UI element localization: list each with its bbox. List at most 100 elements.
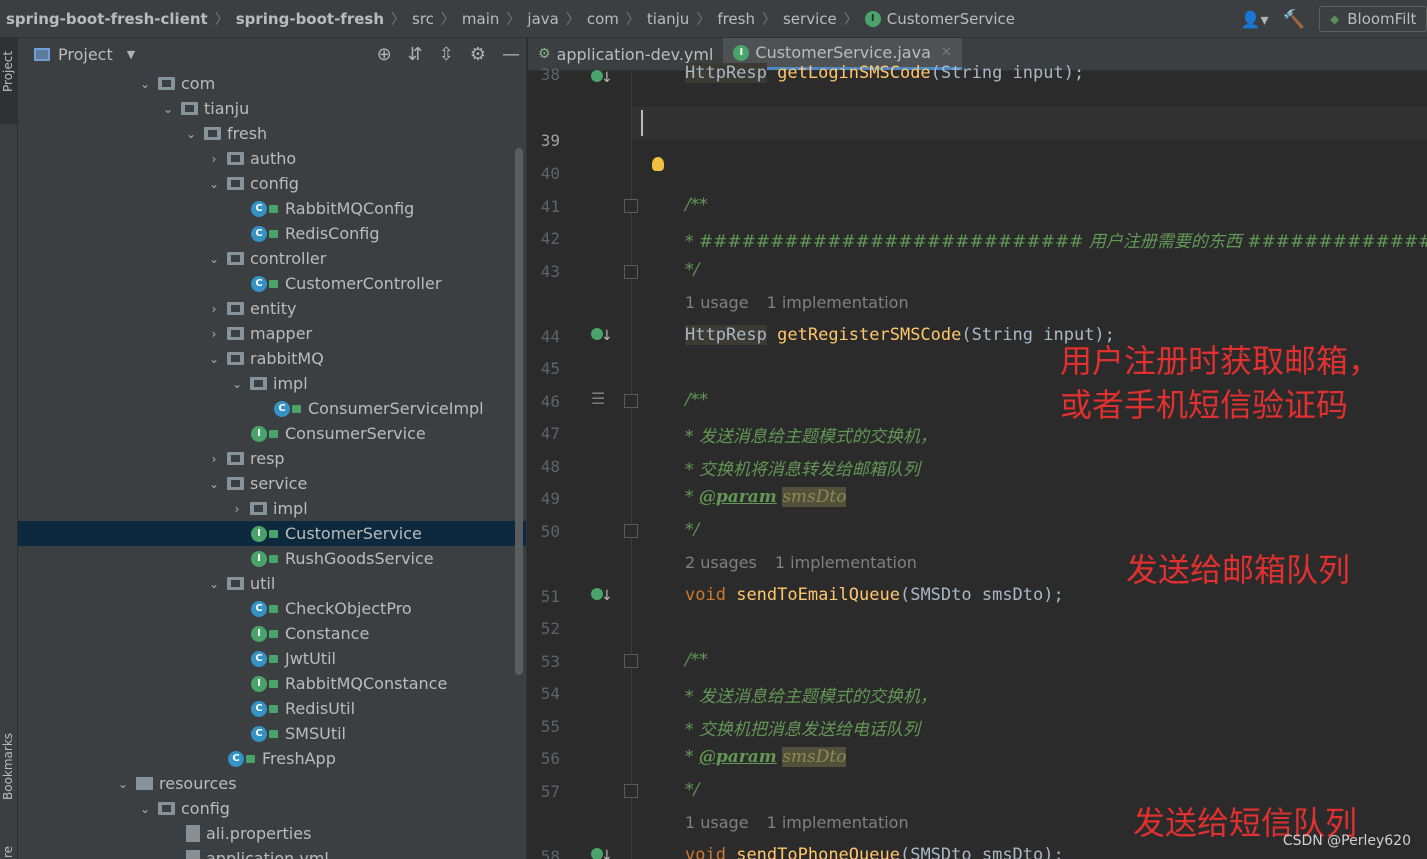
implemented-gutter-icon[interactable]: ↓ <box>591 67 613 87</box>
tree-class[interactable]: C RabbitMQConfig <box>18 196 526 221</box>
tree-class[interactable]: C RedisConfig <box>18 221 526 246</box>
tree-folder[interactable]: › entity <box>18 296 526 321</box>
chevron-down-icon[interactable]: ⌄ <box>207 577 221 591</box>
tree-interface-selected[interactable]: I CustomerService <box>18 521 526 546</box>
usage-hint[interactable]: 2 usages <box>685 553 757 572</box>
chevron-down-icon[interactable]: ▼ <box>127 48 135 61</box>
chevron-right-icon[interactable]: › <box>207 452 221 466</box>
build-hammer-icon[interactable]: 🔨 <box>1283 9 1305 30</box>
breadcrumb-item[interactable]: service <box>783 10 837 28</box>
tree-class[interactable]: C CheckObjectPro <box>18 596 526 621</box>
tree-interface[interactable]: I Constance <box>18 621 526 646</box>
tree-folder[interactable]: ⌄ rabbitMQ <box>18 346 526 371</box>
code-line-50: */ <box>685 520 700 540</box>
tree-folder[interactable]: ⌄ util <box>18 571 526 596</box>
locate-file-icon[interactable]: ⊕ <box>377 44 392 65</box>
package-folder-icon <box>227 252 244 265</box>
implemented-gutter-icon[interactable]: ↓ <box>591 845 613 859</box>
tree-interface[interactable]: I ConsumerService <box>18 421 526 446</box>
tree-interface[interactable]: I RushGoodsService <box>18 546 526 571</box>
usage-hint[interactable]: 1 usage <box>685 293 749 312</box>
tree-folder[interactable]: › resp <box>18 446 526 471</box>
chevron-down-icon[interactable]: ⌄ <box>207 177 221 191</box>
tree-file[interactable]: application.yml <box>18 846 526 859</box>
chevron-down-icon[interactable]: ⌄ <box>230 377 244 391</box>
tree-folder[interactable]: ⌄ service <box>18 471 526 496</box>
tree-folder[interactable]: ⌄ controller <box>18 246 526 271</box>
implemented-gutter-icon[interactable]: ↓ <box>591 585 613 605</box>
chevron-right-icon[interactable]: › <box>230 502 244 516</box>
project-scrollbar[interactable] <box>515 148 523 675</box>
fold-marker-icon[interactable] <box>624 265 638 279</box>
fold-marker-icon[interactable] <box>624 654 638 668</box>
fold-marker-icon[interactable] <box>624 524 638 538</box>
breadcrumb-item[interactable]: tianju <box>647 10 689 28</box>
fold-marker-icon[interactable] <box>624 394 638 408</box>
chevron-right-icon[interactable]: › <box>207 152 221 166</box>
structure-tool-label[interactable]: re <box>1 846 15 858</box>
inlay-hint[interactable]: 1 usage 1 implementation <box>685 813 927 832</box>
breadcrumb-item[interactable]: main <box>462 10 499 28</box>
fold-marker-icon[interactable] <box>624 199 638 213</box>
breadcrumb-item[interactable]: java <box>527 10 558 28</box>
tree-app-class[interactable]: C FreshApp <box>18 746 526 771</box>
implementation-hint[interactable]: 1 implementation <box>775 553 917 572</box>
user-account-icon[interactable]: 👤▾ <box>1241 10 1269 29</box>
inlay-hint[interactable]: 2 usages 1 implementation <box>685 553 935 572</box>
collapse-all-icon[interactable]: ⇳ <box>439 44 454 65</box>
tree-class[interactable]: C SMSUtil <box>18 721 526 746</box>
tree-folder[interactable]: ⌄ impl <box>18 371 526 396</box>
chevron-right-icon[interactable]: › <box>207 327 221 341</box>
tree-folder[interactable]: ⌄ com <box>18 71 526 96</box>
lock-icon <box>269 604 278 613</box>
chevron-right-icon: 〉 <box>440 11 455 28</box>
breadcrumb-item[interactable]: spring-boot-fresh <box>236 10 384 28</box>
implemented-gutter-icon[interactable]: ↓ <box>591 325 613 345</box>
tree-folder[interactable]: › impl <box>18 496 526 521</box>
fold-marker-icon[interactable] <box>624 784 638 798</box>
lightbulb-icon[interactable] <box>652 157 664 171</box>
tree-folder[interactable]: ⌄ config <box>18 796 526 821</box>
project-tool-tab[interactable]: Project <box>0 38 18 124</box>
tree-interface[interactable]: I RabbitMQConstance <box>18 671 526 696</box>
usage-hint[interactable]: 1 usage <box>685 813 749 832</box>
tree-file[interactable]: ali.properties <box>18 821 526 846</box>
tree-class[interactable]: C ConsumerServiceImpl <box>18 396 526 421</box>
implementation-hint[interactable]: 1 implementation <box>767 293 909 312</box>
tree-folder[interactable]: ⌄ config <box>18 171 526 196</box>
close-icon[interactable]: ✕ <box>941 45 952 60</box>
tree-class[interactable]: C JwtUtil <box>18 646 526 671</box>
breadcrumb-item[interactable]: fresh <box>717 10 755 28</box>
line-number: 55 <box>540 717 560 736</box>
chevron-down-icon[interactable]: ⌄ <box>138 77 152 91</box>
tree-folder[interactable]: ⌄ fresh <box>18 121 526 146</box>
tree-folder[interactable]: › autho <box>18 146 526 171</box>
chevron-down-icon[interactable]: ⌄ <box>207 352 221 366</box>
project-panel-title[interactable]: Project <box>58 45 113 64</box>
inlay-hint[interactable]: 1 usage 1 implementation <box>685 293 927 312</box>
tree-folder[interactable]: ⌄ tianju <box>18 96 526 121</box>
chevron-down-icon[interactable]: ⌄ <box>207 477 221 491</box>
breadcrumb-item[interactable]: com <box>587 10 619 28</box>
chevron-down-icon[interactable]: ⌄ <box>116 777 130 791</box>
breadcrumb-item[interactable]: spring-boot-fresh-client <box>6 10 208 28</box>
tree-class[interactable]: C CustomerController <box>18 271 526 296</box>
tree-folder[interactable]: ⌄ resources <box>18 771 526 796</box>
chevron-down-icon[interactable]: ⌄ <box>184 127 198 141</box>
tree-folder[interactable]: › mapper <box>18 321 526 346</box>
gear-icon[interactable]: ⚙ <box>470 44 486 65</box>
implementation-hint[interactable]: 1 implementation <box>767 813 909 832</box>
expand-all-icon[interactable]: ⇵ <box>408 44 423 65</box>
breadcrumb-item[interactable]: src <box>412 10 434 28</box>
hide-panel-icon[interactable]: — <box>502 44 520 65</box>
chevron-right-icon[interactable]: › <box>207 302 221 316</box>
bookmarks-tool-label[interactable]: Bookmarks <box>1 733 15 800</box>
breadcrumb-current[interactable]: CustomerService <box>887 10 1015 28</box>
chevron-down-icon[interactable]: ⌄ <box>161 102 175 116</box>
chevron-down-icon[interactable]: ⌄ <box>138 802 152 816</box>
tree-class[interactable]: C RedisUtil <box>18 696 526 721</box>
run-configuration-selector[interactable]: ◆ BloomFilt <box>1319 6 1427 32</box>
tree-label: config <box>250 174 299 193</box>
structure-icon[interactable]: ☰ <box>591 389 605 408</box>
chevron-down-icon[interactable]: ⌄ <box>207 252 221 266</box>
